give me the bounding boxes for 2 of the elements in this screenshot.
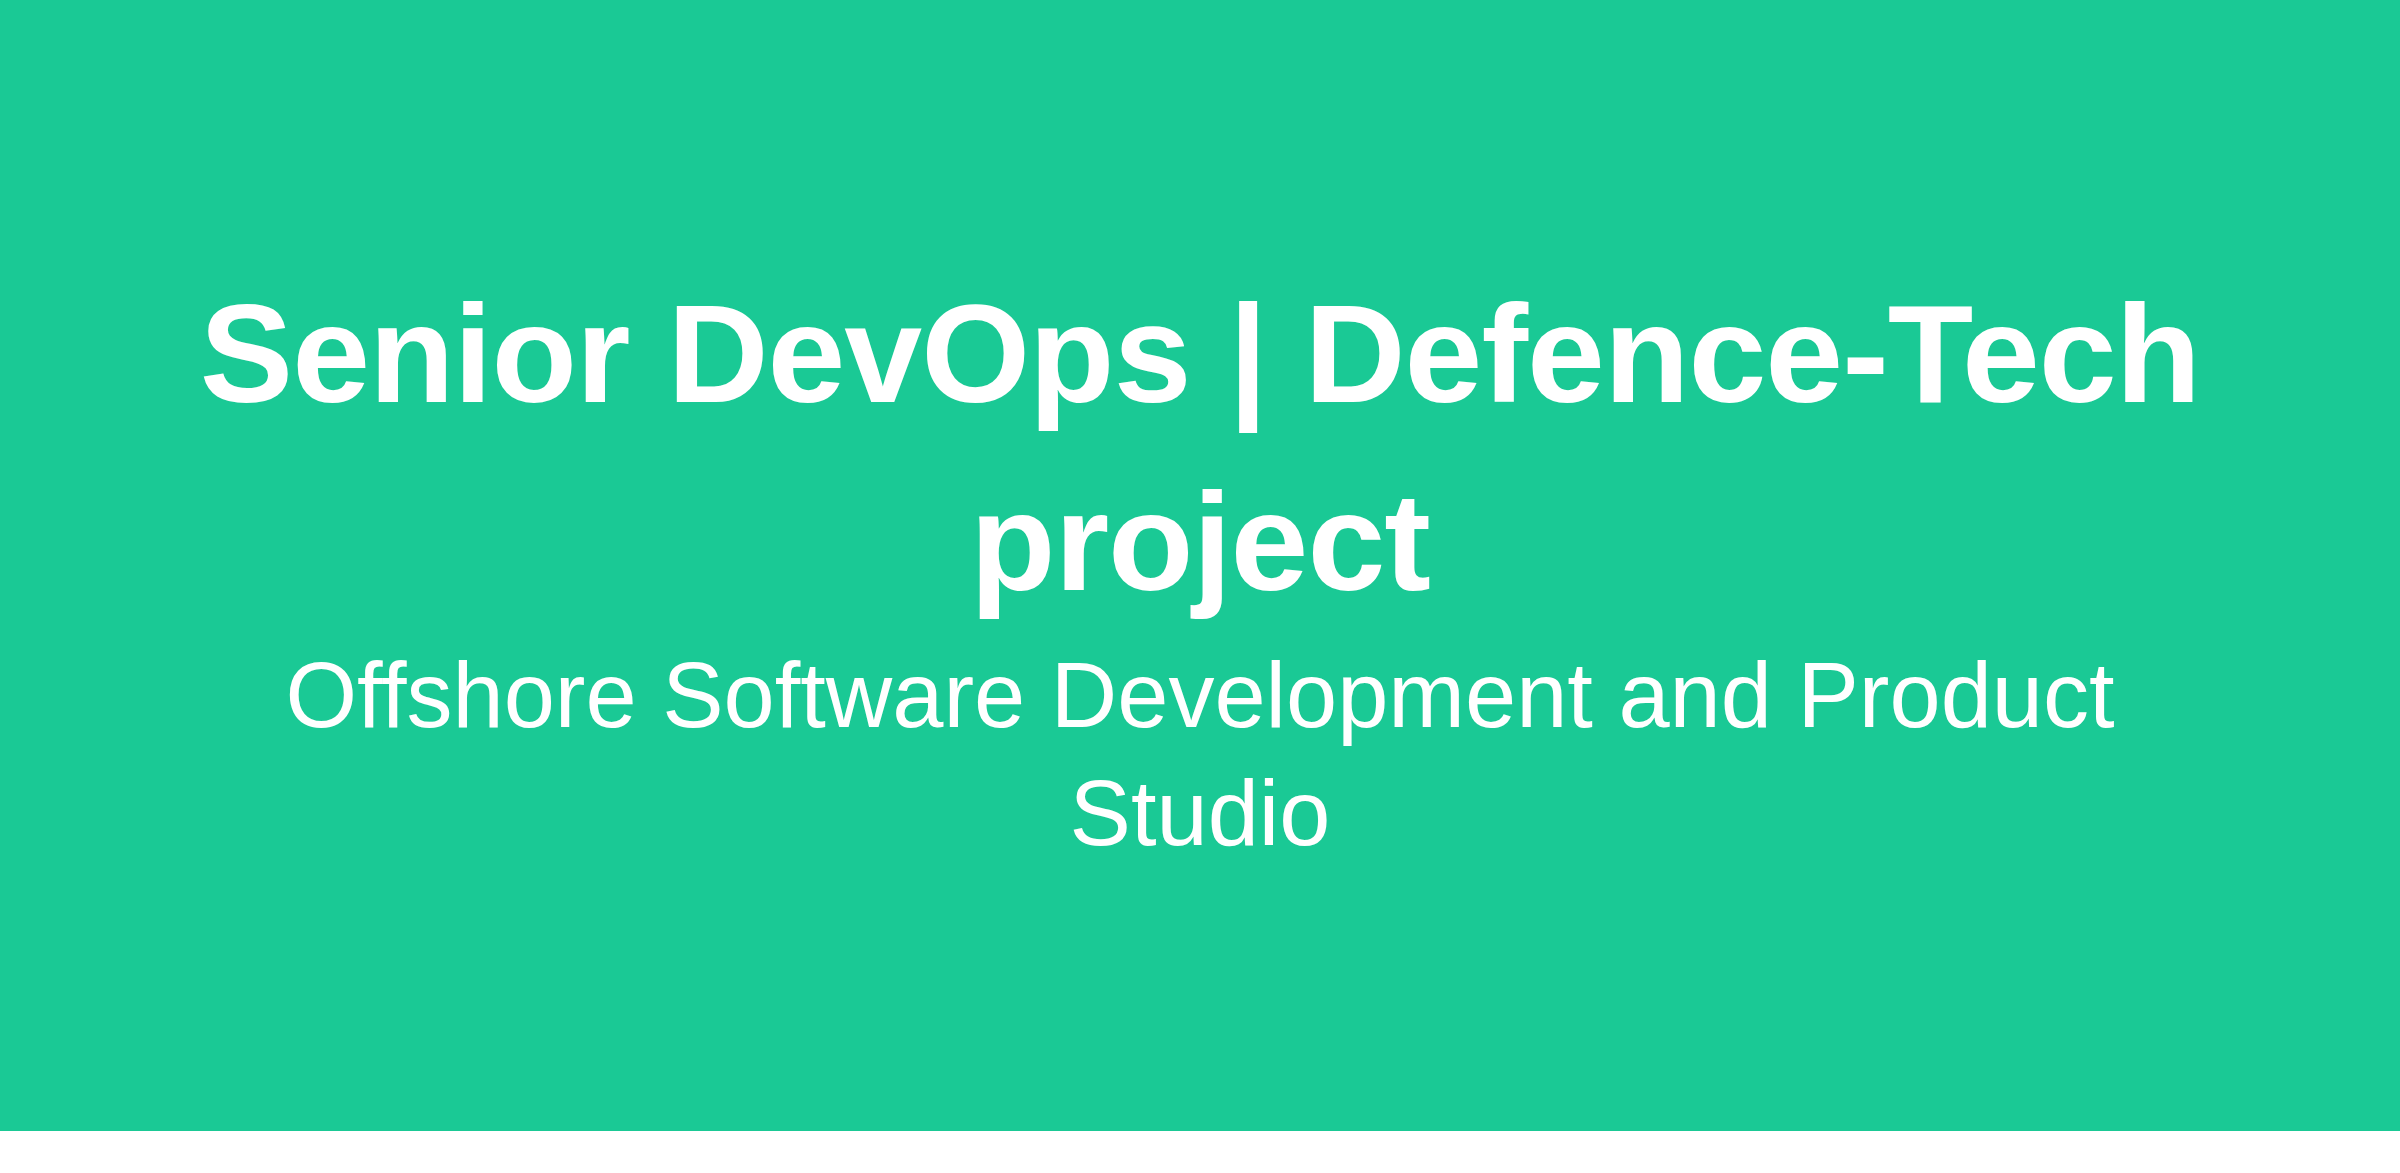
page-title: Senior DevOps | Defence-Tech project bbox=[198, 273, 2202, 622]
page-subtitle: Offshore Software Development and Product Studio bbox=[284, 642, 2116, 866]
